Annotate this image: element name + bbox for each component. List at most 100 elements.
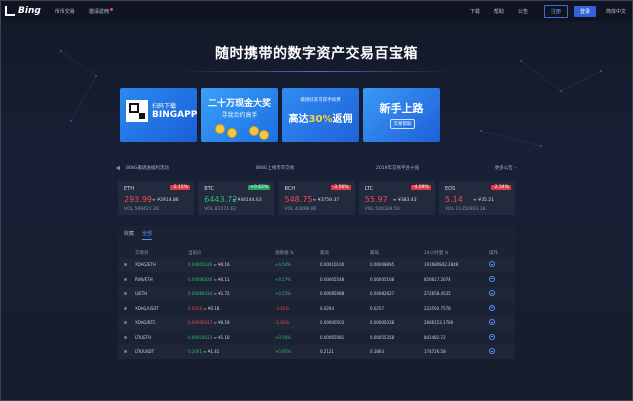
cell-price-cny: ≈ ¥0.19 (213, 320, 230, 325)
table-row[interactable]: LTK/USDT 0.2041 ≈ ¥1.41 +0.95% 0.2121 0.1863… (118, 345, 515, 359)
banner-beginner-help: 交易帮助 (390, 119, 415, 129)
trade-icon[interactable] (489, 261, 495, 267)
tab-all[interactable]: 全部 (142, 230, 153, 240)
favorite-star-icon[interactable] (124, 321, 127, 324)
nav-right: 下载 帮助 公告 注册 登录 简体中文 (456, 4, 632, 18)
nav-link-spot-trading[interactable]: 币币交易 (55, 8, 75, 15)
cell-low: 0.00082627 (370, 291, 395, 296)
cell-pair: U/ETH (135, 291, 148, 296)
register-button[interactable]: 注册 (543, 4, 568, 18)
cell-price-cny: ≈ ¥1.72 (213, 291, 230, 296)
table-row[interactable]: XDAG/BTC 0.00000417 ≈ ¥0.19 -1.42% 0.000005… (118, 316, 515, 330)
ticker-cny-price: ≈ ¥44144.63 (232, 198, 262, 203)
nav-link-help[interactable]: 帮助 (494, 8, 504, 15)
cell-high: 0.00005548 (320, 276, 345, 282)
chevron-right-icon: › (514, 166, 516, 171)
table-row[interactable]: U/ETH 0.00084424 ≈ ¥1.72 +0.53% 0.00085988 0… (118, 287, 515, 301)
cell-high: 0.00085988 (320, 291, 345, 296)
ticker-volume: VOL 81171.62 (204, 207, 237, 212)
favorite-star-icon[interactable] (124, 306, 127, 310)
cell-change: +8.57% (275, 276, 292, 282)
ticker-change-badge: -3.56% (330, 185, 351, 190)
cell-price: 0.2041 ≈ ¥1.41 (188, 349, 219, 354)
table-row[interactable]: RVN/ETH 0.00006426 ≈ ¥0.11 +8.57% 0.0000554… (118, 273, 515, 287)
ticker-volume: VOL 43898.86 (284, 207, 317, 212)
ticker-symbol: BCH (284, 186, 296, 192)
trade-icon[interactable] (489, 333, 495, 340)
nav-link-announcements[interactable]: 公告 (518, 8, 528, 15)
more-announcements-link[interactable]: 更多公告 › (495, 165, 516, 171)
language-selector[interactable]: 简体中文 (606, 8, 626, 15)
nav-link-invite-label: 邀请返佣 (88, 8, 109, 15)
trade-icon[interactable] (489, 348, 495, 354)
cell-low: 0.00000338 (370, 320, 395, 325)
trade-icon[interactable] (489, 290, 495, 296)
cell-low: 0.1863 (370, 349, 384, 354)
favorite-star-icon[interactable] (124, 335, 127, 339)
ticker-change-badge: -2.34% (491, 185, 511, 190)
announcement-item[interactable]: BING上线币币交易 (256, 165, 376, 171)
favorite-star-icon[interactable] (124, 277, 127, 281)
cell-volume: 841482.72 (424, 334, 446, 340)
logo[interactable]: Bing (5, 6, 41, 16)
banner-contest[interactable]: 二十万现金大奖 寻我合约高手 (201, 88, 278, 142)
cell-high: 0.00000503 (320, 320, 345, 325)
hot-badge-icon (109, 7, 113, 11)
nav-link-download[interactable]: 下载 (470, 8, 480, 15)
cell-change: +0.56% (275, 334, 292, 340)
banner-referral-pre: 高达 (288, 114, 309, 125)
cell-pair: LTK/ETH (135, 334, 152, 340)
col-header-volume[interactable]: 24小时量 ⇅ (424, 250, 448, 256)
table-row[interactable]: LTK/ETH 0.00054023 ≈ ¥1.10 +0.56% 0.0006508… (118, 331, 515, 345)
favorite-star-icon[interactable] (124, 350, 127, 353)
cell-volume: 174726.58 (424, 349, 446, 354)
coin-icon (227, 128, 237, 138)
nav-link-invite[interactable]: 邀请返佣 (88, 7, 113, 15)
cell-price: 0.00000326 ≈ ¥0.16 (188, 262, 230, 267)
col-header-low[interactable]: 最低 (370, 250, 379, 256)
market-table: 收藏 全部 交易对 当前价 涨跌幅 ⇅ 最高 最低 24小时量 ⇅ 操作 XDA… (118, 226, 515, 359)
favorite-star-icon[interactable] (124, 292, 127, 295)
banner-referral[interactable]: 邀请好友可获手续费 高达30%返佣 (282, 88, 359, 142)
ticker-card[interactable]: BCH -3.56% 548.75 ≈ ¥3759.37 VOL 43898.86 (278, 181, 355, 215)
col-header-pair[interactable]: 交易对 (135, 250, 149, 256)
cell-volume: 272658.4535 (424, 291, 451, 296)
table-row[interactable]: XDAG/USDT 0.0256 ≈ ¥0.18 -3.42% 0.0294 0.025… (118, 302, 515, 316)
col-header-change[interactable]: 涨跌幅 ⇅ (275, 250, 294, 256)
ticker-row: ETH -2.15% 293.99 ≈ ¥2914.86 VOL 569421.28 BT… (118, 181, 515, 215)
cell-price: 0.00000417 ≈ ¥0.19 (188, 320, 230, 325)
col-header-high[interactable]: 最高 (320, 250, 329, 256)
cell-change: +0.95% (275, 349, 292, 354)
announcement-item[interactable]: BING邀请送福利活动 (126, 165, 256, 171)
logo-mark-icon (5, 6, 15, 16)
ticker-card[interactable]: BTC +0.62% 6443.72 ≈ ¥44144.63 VOL 81171.62 (198, 181, 275, 215)
trade-icon[interactable] (489, 304, 495, 311)
col-header-price[interactable]: 当前价 (188, 250, 202, 256)
ticker-card[interactable]: ETH -2.15% 293.99 ≈ ¥2914.86 VOL 569421.28 (118, 181, 194, 215)
banner-app-download[interactable]: 扫码下载 BINGAPP (120, 88, 197, 142)
ticker-cny-price: ≈ ¥383.43 (392, 198, 417, 203)
ticker-volume: VOL 540329.50 (364, 207, 400, 212)
cell-low: 0.00005168 (370, 276, 395, 282)
cell-change: +4.54% (275, 262, 292, 267)
table-row[interactable]: XDAG/ETH 0.00000326 ≈ ¥0.16 +4.54% 0.000101… (118, 258, 515, 272)
ticker-card[interactable]: EOS -2.34% 5.14 ≈ ¥35.21 VOL 11350903.18 (439, 181, 515, 215)
tab-favorites[interactable]: 收藏 (124, 230, 134, 240)
cell-high: 0.0294 (320, 305, 334, 311)
cell-high: 0.00065081 (320, 334, 345, 340)
banner-app-download-line1: 扫码下载 (152, 103, 177, 110)
ticker-card[interactable]: LTC -4.09% 55.97 ≈ ¥383.43 VOL 540329.50 (358, 181, 435, 215)
cell-pair: XDAG/USDT (135, 305, 159, 311)
trade-icon[interactable] (489, 275, 495, 282)
favorite-star-icon[interactable] (124, 263, 127, 266)
speaker-icon (116, 165, 120, 171)
trade-icon[interactable] (489, 319, 495, 325)
login-button[interactable]: 登录 (573, 5, 596, 17)
cell-price: 0.00054023 ≈ ¥1.10 (188, 335, 230, 340)
ticker-symbol: ETH (124, 186, 134, 192)
ticker-symbol: EOS (445, 186, 456, 192)
banner-beginner[interactable]: 新手上路 交易帮助 (363, 88, 440, 142)
announcement-item[interactable]: 2019年交易平台十强 (376, 165, 486, 171)
cell-pair: RVN/ETH (135, 276, 153, 282)
app-window: Bing 币币交易 邀请返佣 下载 帮助 公告 注册 登录 简体中文 随时携带的… (0, 0, 633, 401)
